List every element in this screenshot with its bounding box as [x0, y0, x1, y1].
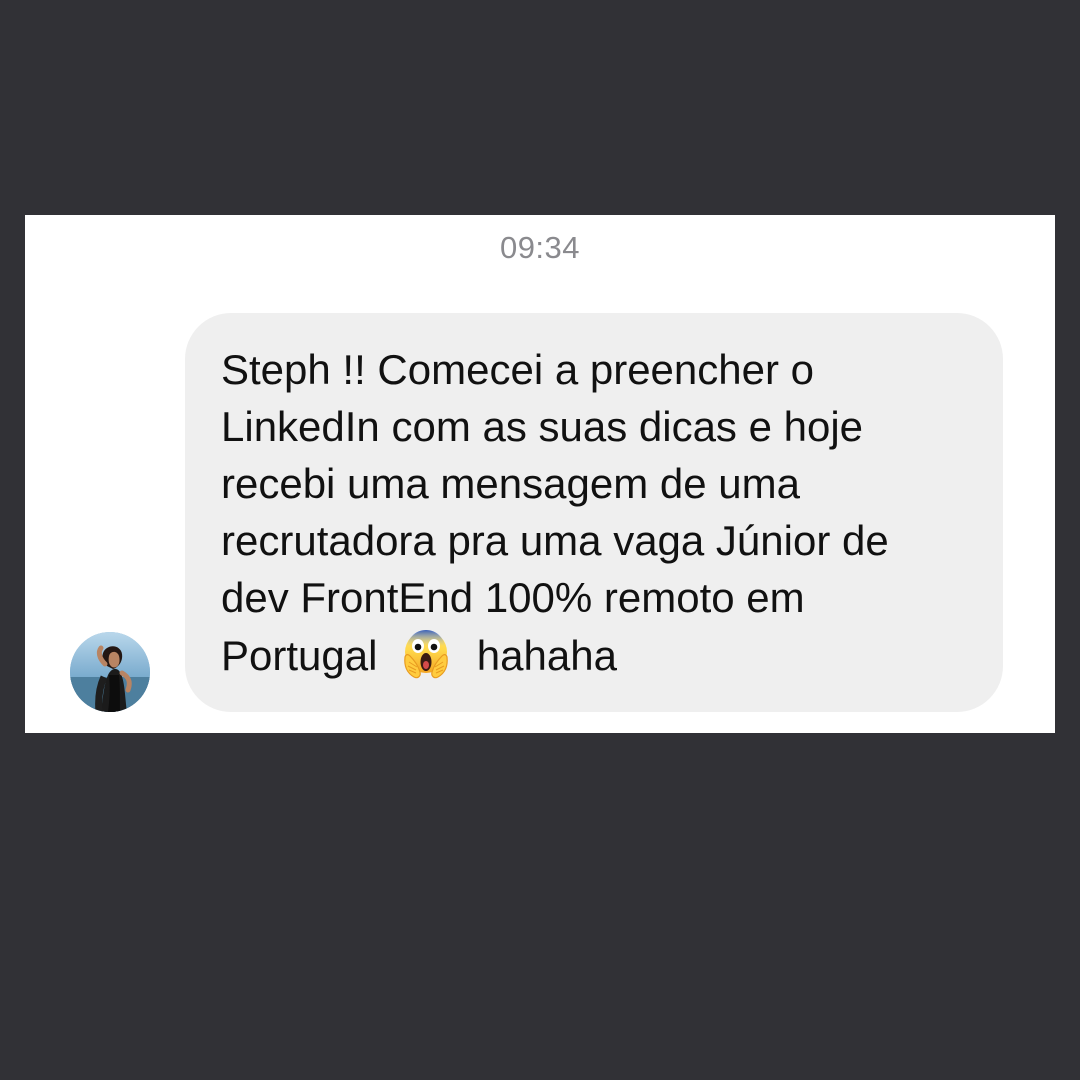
- profile-photo-icon: [70, 632, 150, 712]
- message-line: recebi uma mensagem de uma: [221, 460, 800, 507]
- received-message-bubble[interactable]: Steph !! Comecei a preencher o LinkedIn …: [185, 313, 1003, 712]
- message-text-after-emoji: hahaha: [476, 632, 617, 679]
- sender-avatar[interactable]: [70, 632, 150, 712]
- message-text-before-emoji: Portugal: [221, 632, 378, 679]
- message-line-last: Portugal hahaha: [221, 626, 973, 684]
- face-screaming-in-fear-icon: [399, 626, 453, 680]
- message-text: Steph !! Comecei a preencher o LinkedIn …: [221, 341, 973, 684]
- message-line: dev FrontEnd 100% remoto em: [221, 574, 805, 621]
- message-line: LinkedIn com as suas dicas e hoje: [221, 403, 864, 450]
- message-line: Steph !! Comecei a preencher o: [221, 346, 815, 393]
- message-line: recrutadora pra uma vaga Júnior de: [221, 517, 889, 564]
- chat-conversation-panel: 09:34 Steph !! Comecei a preencher o Lin…: [25, 215, 1055, 733]
- message-timestamp: 09:34: [499, 230, 581, 265]
